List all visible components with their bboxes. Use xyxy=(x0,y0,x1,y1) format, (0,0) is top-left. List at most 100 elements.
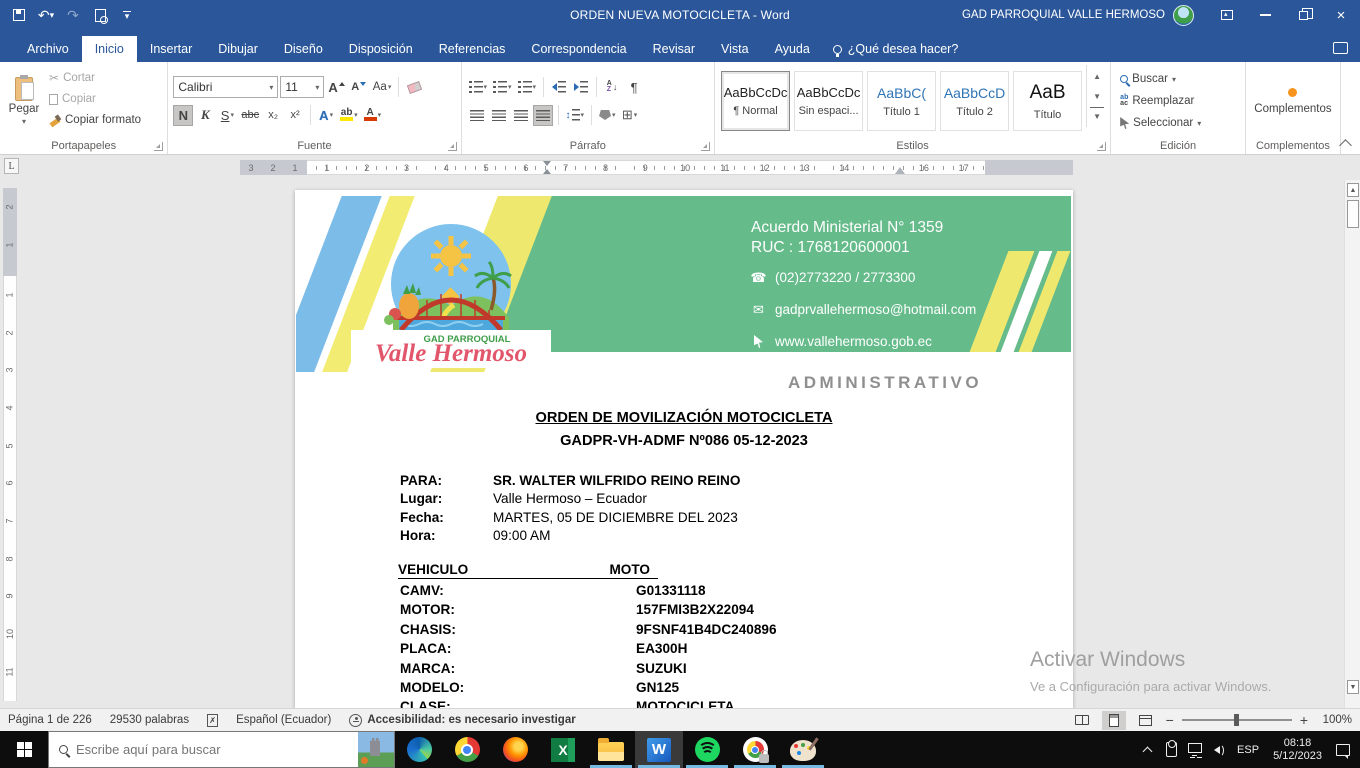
close-button[interactable]: × xyxy=(1322,0,1360,30)
tray-show-hidden-icons[interactable] xyxy=(1135,731,1159,768)
shrink-font-button[interactable]: A xyxy=(349,77,369,98)
vertical-scrollbar[interactable]: ▲ ▼ xyxy=(1344,180,1360,708)
ribbon-tab[interactable]: Dibujar xyxy=(205,36,271,62)
tray-your-phone[interactable] xyxy=(1159,731,1183,768)
select-button[interactable]: Seleccionar▾ xyxy=(1116,113,1205,133)
style-card[interactable]: AaBbCcD Título 2 xyxy=(940,71,1009,131)
tab-selector[interactable]: L xyxy=(4,158,19,174)
style-card[interactable]: AaBbCcDc Sin espaci... xyxy=(794,71,863,131)
undo-button[interactable]: ↶▾ xyxy=(33,3,59,27)
strikethrough-button[interactable]: abc xyxy=(239,105,261,126)
line-spacing-button[interactable]: ↕▾ xyxy=(564,105,587,126)
action-center-icon[interactable] xyxy=(1336,744,1350,756)
collapse-ribbon-icon[interactable] xyxy=(1339,139,1352,152)
ribbon-tab[interactable]: Diseño xyxy=(271,36,336,62)
change-case-button[interactable]: Aa▾ xyxy=(371,77,394,98)
taskbar-item-word[interactable]: W xyxy=(635,731,683,768)
accessibility-status[interactable]: Accesibilidad: es necesario investigar xyxy=(349,714,575,727)
taskbar-item-edge[interactable] xyxy=(395,731,443,768)
tray-language[interactable]: ESP xyxy=(1231,744,1265,756)
font-color-button[interactable]: A▾ xyxy=(362,105,384,126)
replace-button[interactable]: abacReemplazar xyxy=(1116,91,1205,111)
font-dialog-launcher[interactable] xyxy=(448,142,457,151)
ribbon-tab[interactable]: Archivo xyxy=(14,36,82,62)
find-button[interactable]: Buscar▾ xyxy=(1116,69,1205,89)
tray-clock[interactable]: 08:18 5/12/2023 xyxy=(1265,737,1330,763)
font-family-select[interactable]: Calibri▾ xyxy=(173,76,278,98)
ribbon-tab[interactable]: Referencias xyxy=(426,36,519,62)
zoom-level[interactable]: 100% xyxy=(1316,714,1352,726)
read-mode-button[interactable] xyxy=(1070,711,1094,730)
ribbon-tab[interactable]: Vista xyxy=(708,36,762,62)
cut-button[interactable]: ✂Cortar xyxy=(46,69,144,87)
taskbar-item-firefox[interactable] xyxy=(491,731,539,768)
style-card[interactable]: AaB Título xyxy=(1013,71,1082,131)
scroll-down-button[interactable]: ▼ xyxy=(1347,680,1359,694)
align-left-button[interactable] xyxy=(467,105,487,126)
zoom-slider[interactable] xyxy=(1182,719,1292,721)
restore-button[interactable] xyxy=(1284,0,1322,30)
sort-button[interactable]: AZ↓ xyxy=(602,77,622,98)
paste-dropdown-icon[interactable]: ▾ xyxy=(22,117,26,126)
borders-button[interactable]: ⊞▾ xyxy=(620,105,640,126)
print-layout-button[interactable] xyxy=(1102,711,1126,730)
ribbon-display-options-button[interactable] xyxy=(1208,0,1246,30)
clear-formatting-button[interactable] xyxy=(404,77,424,98)
superscript-button[interactable]: x² xyxy=(285,105,305,126)
clipboard-dialog-launcher[interactable] xyxy=(154,142,163,151)
increase-indent-button[interactable] xyxy=(571,77,591,98)
taskbar-item-paint[interactable] xyxy=(779,731,827,768)
styles-gallery-expand[interactable]: ▼ xyxy=(1090,107,1104,125)
minimize-button[interactable] xyxy=(1246,0,1284,30)
right-indent-marker[interactable] xyxy=(895,167,905,174)
subscript-button[interactable]: x₂ xyxy=(263,105,283,126)
web-layout-button[interactable] xyxy=(1134,711,1158,730)
proofing-status[interactable]: ✗ xyxy=(207,714,218,727)
account-name[interactable]: GAD PARROQUIAL VALLE HERMOSO xyxy=(962,9,1165,21)
taskbar-item-chrome[interactable] xyxy=(443,731,491,768)
addins-button[interactable]: Complementos xyxy=(1248,65,1338,137)
redo-button[interactable]: ↷ xyxy=(60,3,86,27)
underline-button[interactable]: S▾ xyxy=(217,105,237,126)
word-count[interactable]: 29530 palabras xyxy=(110,714,189,726)
indent-markers[interactable] xyxy=(543,161,552,174)
shading-button[interactable]: ▾ xyxy=(597,105,618,126)
taskbar-item-file-explorer[interactable] xyxy=(587,731,635,768)
zoom-slider-thumb[interactable] xyxy=(1234,714,1239,726)
language-indicator[interactable]: Español (Ecuador) xyxy=(236,714,331,726)
text-effects-button[interactable]: A▾ xyxy=(316,105,336,126)
taskbar-item-spotify[interactable] xyxy=(683,731,731,768)
ribbon-tab[interactable]: Revisar xyxy=(640,36,708,62)
taskbar-search-box[interactable] xyxy=(48,731,395,768)
styles-scroll-down[interactable]: ▼ xyxy=(1090,87,1104,105)
font-size-select[interactable]: 11▾ xyxy=(280,76,324,98)
feedback-icon[interactable] xyxy=(1333,42,1348,54)
multilevel-list-button[interactable]: ▾ xyxy=(516,77,539,98)
document-page[interactable]: Acuerdo Ministerial N° 1359 RUC : 176812… xyxy=(295,190,1073,708)
bullets-button[interactable]: ▾ xyxy=(467,77,490,98)
paragraph-dialog-launcher[interactable] xyxy=(701,142,710,151)
start-button[interactable] xyxy=(0,731,48,768)
zoom-out-button[interactable]: − xyxy=(1166,712,1174,728)
taskbar-item-excel[interactable]: X xyxy=(539,731,587,768)
justify-button[interactable] xyxy=(533,105,553,126)
account-avatar[interactable] xyxy=(1173,5,1194,26)
bold-button[interactable]: N xyxy=(173,105,193,126)
copy-button[interactable]: Copiar xyxy=(46,90,144,108)
ribbon-tab[interactable]: Disposición xyxy=(336,36,426,62)
align-right-button[interactable] xyxy=(511,105,531,126)
taskbar-search-input[interactable] xyxy=(76,742,350,757)
style-card[interactable]: AaBbCcDc ¶ Normal xyxy=(721,71,790,131)
customize-qat-button[interactable]: ▾ xyxy=(114,3,140,27)
format-painter-button[interactable]: Copiar formato xyxy=(46,111,144,129)
search-highlight-image[interactable] xyxy=(358,732,394,767)
italic-button[interactable]: K xyxy=(195,105,215,126)
tray-network[interactable] xyxy=(1183,731,1207,768)
grow-font-button[interactable]: A xyxy=(326,77,346,98)
print-preview-button[interactable] xyxy=(87,3,113,27)
tray-volume[interactable] xyxy=(1207,731,1231,768)
align-center-button[interactable] xyxy=(489,105,509,126)
page-indicator[interactable]: Página 1 de 226 xyxy=(8,714,92,726)
decrease-indent-button[interactable] xyxy=(549,77,569,98)
style-card[interactable]: AaBbC( Título 1 xyxy=(867,71,936,131)
